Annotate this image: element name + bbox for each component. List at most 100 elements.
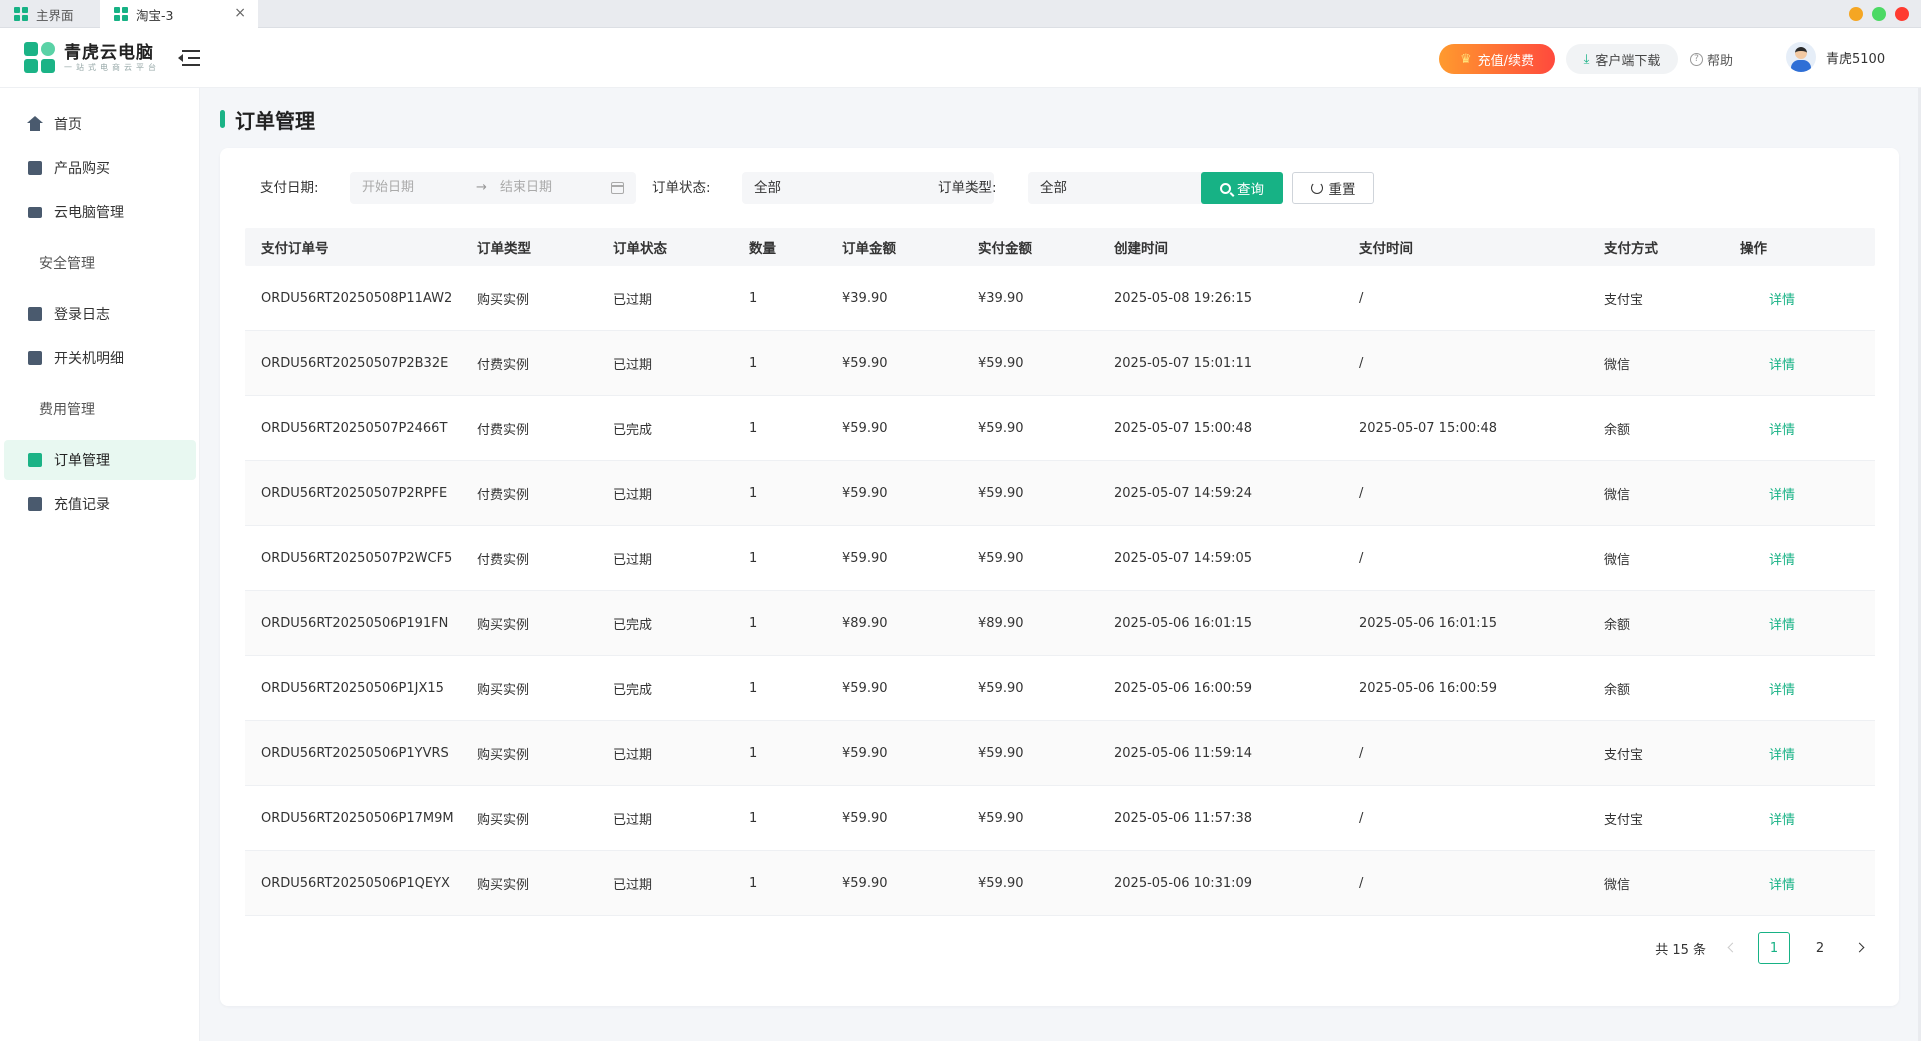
payment-method-cell: 余额: [1604, 682, 1631, 698]
detail-link[interactable]: 详情: [1724, 679, 1875, 698]
detail-link[interactable]: 详情: [1724, 289, 1875, 308]
order-no-cell: ORDU56RT20250508P11AW2: [261, 290, 453, 306]
detail-link[interactable]: 详情: [1724, 809, 1875, 828]
quantity-cell: 1: [749, 875, 758, 891]
detail-link[interactable]: 详情: [1724, 354, 1875, 373]
paid-amount-cell: ¥59.90: [978, 810, 1024, 826]
top-header: 青虎云电脑 一站式电商云平台 ♛ 充值/续费 ⤓ 客户端下载 ? 帮助 青虎51…: [0, 28, 1921, 88]
page-1-button[interactable]: 1: [1758, 932, 1790, 964]
paid-time-cell: 2025-05-06 16:01:15: [1359, 615, 1498, 631]
crown-icon: ♛: [1459, 51, 1472, 67]
sidebar-item-recharge-records[interactable]: 充值记录: [4, 484, 196, 524]
paid-time-cell: /: [1359, 485, 1364, 501]
paid-time-cell: /: [1359, 550, 1364, 566]
detail-link[interactable]: 详情: [1724, 419, 1875, 438]
created-time-cell: 2025-05-06 16:01:15: [1114, 615, 1253, 631]
browser-tab-home[interactable]: 主界面: [0, 0, 100, 28]
order-status-cell: 已过期: [613, 812, 653, 828]
table-row: ORDU56RT20250506P1JX15 购买实例 已完成 1 ¥59.90 ¥59.…: [245, 656, 1875, 721]
table-row: ORDU56RT20250506P17M9M 购买实例 已过期 1 ¥59.90 ¥59.…: [245, 786, 1875, 851]
list-icon: [28, 351, 42, 365]
help-label: 帮助: [1707, 53, 1734, 69]
detail-link[interactable]: 详情: [1724, 614, 1875, 633]
column-header: 支付方式: [1604, 241, 1658, 257]
detail-link[interactable]: 详情: [1724, 484, 1875, 503]
sidebar-item-login-log[interactable]: 登录日志: [4, 294, 196, 334]
client-download-button[interactable]: ⤓ 客户端下载: [1566, 44, 1678, 74]
paid-amount-cell: ¥39.90: [978, 290, 1024, 306]
payment-method-cell: 微信: [1604, 552, 1631, 568]
order-status-cell: 已过期: [613, 487, 653, 503]
payment-method-cell: 支付宝: [1604, 812, 1644, 828]
sidebar-item-orders[interactable]: 订单管理: [4, 440, 196, 480]
close-icon[interactable]: ×: [234, 5, 246, 21]
order-type-cell: 购买实例: [477, 292, 530, 308]
quantity-cell: 1: [749, 745, 758, 761]
next-page-icon[interactable]: [1850, 936, 1874, 960]
table-row: ORDU56RT20250507P2466T 付费实例 已完成 1 ¥59.90 ¥59.…: [245, 396, 1875, 461]
start-date-input[interactable]: 开始日期: [362, 172, 414, 204]
end-date-input[interactable]: 结束日期: [500, 172, 552, 204]
logo-name: 青虎云电脑: [64, 43, 154, 63]
logo[interactable]: 青虎云电脑 一站式电商云平台: [24, 42, 160, 74]
paid-time-cell: 2025-05-07 15:00:48: [1359, 420, 1498, 436]
created-time-cell: 2025-05-07 15:01:11: [1114, 355, 1253, 371]
monitor-icon: [28, 206, 42, 218]
menu-collapse-icon[interactable]: [178, 48, 200, 68]
order-status-cell: 已过期: [613, 292, 653, 308]
paid-amount-cell: ¥59.90: [978, 355, 1024, 371]
minimize-button[interactable]: [1849, 7, 1863, 21]
sidebar-group-security[interactable]: 安全管理: [4, 243, 196, 283]
quantity-cell: 1: [749, 290, 758, 306]
sidebar-item-label: 开关机明细: [54, 351, 124, 367]
sidebar-item-label: 充值记录: [54, 497, 110, 513]
reset-label: 重置: [1328, 182, 1356, 198]
table-header: 支付订单号 订单类型 订单状态 数量 订单金额 实付金额 创建时间 支付时间 支…: [245, 228, 1875, 266]
table-row: ORDU56RT20250507P2B32E 付费实例 已过期 1 ¥59.90 ¥59.…: [245, 331, 1875, 396]
user-menu[interactable]: 青虎5100: [1786, 42, 1885, 72]
date-range-picker[interactable]: 开始日期 → 结束日期: [350, 172, 636, 204]
paid-amount-cell: ¥59.90: [978, 485, 1024, 501]
detail-link[interactable]: 详情: [1724, 744, 1875, 763]
page-title: 订单管理: [220, 104, 315, 134]
paid-amount-cell: ¥59.90: [978, 875, 1024, 891]
quantity-cell: 1: [749, 680, 758, 696]
paid-amount-cell: ¥59.90: [978, 745, 1024, 761]
maximize-button[interactable]: [1872, 7, 1886, 21]
created-time-cell: 2025-05-07 14:59:05: [1114, 550, 1253, 566]
sidebar-group-billing[interactable]: 费用管理: [4, 389, 196, 429]
sidebar-item-home[interactable]: 首页: [4, 104, 196, 144]
order-type-select[interactable]: 全部: [1028, 172, 1228, 204]
sidebar-item-label: 登录日志: [54, 307, 110, 323]
payment-method-cell: 微信: [1604, 877, 1631, 893]
order-amount-cell: ¥59.90: [842, 745, 888, 761]
created-time-cell: 2025-05-07 15:00:48: [1114, 420, 1253, 436]
detail-link[interactable]: 详情: [1724, 874, 1875, 893]
order-no-cell: ORDU56RT20250507P2RPFE: [261, 485, 448, 501]
order-amount-cell: ¥59.90: [842, 550, 888, 566]
download-icon: ⤓: [1583, 51, 1590, 67]
page-2-button[interactable]: 2: [1804, 932, 1836, 964]
paid-amount-cell: ¥59.90: [978, 550, 1024, 566]
table-body: ORDU56RT20250508P11AW2 购买实例 已过期 1 ¥39.90 ¥39.…: [245, 266, 1875, 916]
sidebar-item-power-log[interactable]: 开关机明细: [4, 338, 196, 378]
payment-method-cell: 支付宝: [1604, 747, 1644, 763]
query-button[interactable]: 查询: [1201, 172, 1283, 204]
quantity-cell: 1: [749, 355, 758, 371]
paid-amount-cell: ¥89.90: [978, 615, 1024, 631]
order-status-cell: 已过期: [613, 877, 653, 893]
close-window-button[interactable]: [1895, 7, 1909, 21]
detail-link[interactable]: 详情: [1724, 549, 1875, 568]
browser-tab-taobao[interactable]: 淘宝-3 ×: [100, 0, 258, 28]
prev-page-icon[interactable]: [1720, 936, 1744, 960]
sidebar-item-cloud-pc[interactable]: 云电脑管理: [4, 192, 196, 232]
reset-button[interactable]: 重置: [1292, 172, 1374, 204]
help-link[interactable]: ? 帮助: [1690, 44, 1733, 74]
pagination: 共 15 条 1 2: [1655, 932, 1874, 964]
recharge-button[interactable]: ♛ 充值/续费: [1439, 44, 1555, 74]
paid-time-cell: 2025-05-06 16:00:59: [1359, 680, 1498, 696]
refresh-icon: [1310, 182, 1323, 194]
sidebar-item-product-purchase[interactable]: 产品购买: [4, 148, 196, 188]
quantity-cell: 1: [749, 615, 758, 631]
order-status-label: 订单状态:: [652, 180, 711, 196]
